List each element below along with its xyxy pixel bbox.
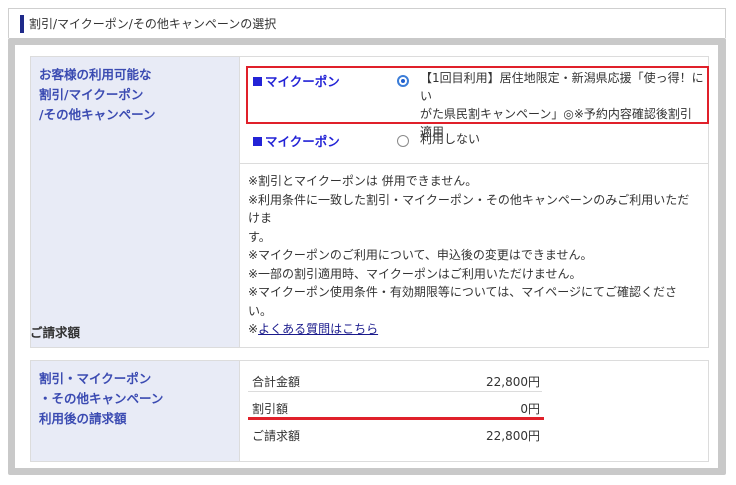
coupon-options-cell: マイクーポン 【1回目利用】居住地限定・新潟県応援「使っ得！にい がた県民割キャ… [239, 56, 709, 348]
coupon-section-label: お客様の利用可能な 割引/マイクーポン /その他キャンペーン [30, 56, 240, 348]
amount-row-billed: ご請求額 22,800円 [240, 419, 708, 446]
coupon-radio-selected[interactable] [397, 75, 409, 87]
note-line: す。 [248, 229, 271, 244]
label-line: 割引・マイクーポン [39, 371, 152, 386]
note-line: ※利用条件に一致した割引・マイクーポン・その他キャンペーンのみご利用いただけま [248, 192, 690, 226]
note-line: ※マイクーポン使用条件・有効期限等については、マイページにてご確認ください。 [248, 285, 677, 318]
note-line: ※マイクーポンのご利用について、申込後の変更はできません。 [248, 248, 593, 262]
coupon-option-text: 利用しない [420, 132, 481, 146]
coupon-radio-unselected[interactable] [397, 135, 409, 147]
label-line: 割引/マイクーポン [39, 87, 144, 102]
faq-link[interactable]: よくある質問はこちら [258, 322, 378, 336]
amount-row-discount: 割引額 0円 [240, 392, 708, 420]
amount-value: 0円 [520, 402, 540, 416]
coupon-type-label: マイクーポン [253, 71, 340, 90]
amount-value: 22,800円 [486, 375, 540, 389]
label-line: ・その他キャンペーン [39, 391, 164, 406]
faq-line: ※よくある質問はこちら [248, 322, 379, 336]
coupon-type-label: マイクーポン [253, 131, 340, 150]
label-line: 利用後の請求額 [39, 411, 127, 426]
billing-label: 割引・マイクーポン ・その他キャンペーン 利用後の請求額 [30, 360, 240, 462]
coupon-selection-table: お客様の利用可能な 割引/マイクーポン /その他キャンペーン マイクーポン 【1… [30, 56, 709, 348]
panel-title: 割引/マイクーポン/その他キャンペーンの選択 [29, 17, 277, 31]
amount-row-total: 合計金額 22,800円 [240, 365, 708, 392]
note-line: ※割引とマイクーポンは 併用できません。 [248, 174, 478, 188]
label-line: お客様の利用可能な [39, 67, 152, 82]
coupon-notes: ※割引とマイクーポンは 併用できません。 ※利用条件に一致した割引・マイクーポン… [240, 163, 708, 347]
coupon-option-row[interactable]: マイクーポン 【1回目利用】居住地限定・新潟県応援「使っ得！にい がた県民割キャ… [240, 57, 709, 139]
coupon-option-row[interactable]: マイクーポン 利用しない [240, 129, 708, 163]
billing-amounts-cell: 合計金額 22,800円 割引額 0円 ご請求額 22,800円 [239, 360, 709, 462]
square-bullet-icon [253, 77, 262, 86]
square-bullet-icon [253, 137, 262, 146]
label-line: /その他キャンペーン [39, 107, 156, 122]
panel-header: 割引/マイクーポン/その他キャンペーンの選択 [8, 8, 726, 38]
amount-value: 22,800円 [486, 429, 540, 443]
billing-table: 割引・マイクーポン ・その他キャンペーン 利用後の請求額 合計金額 22,800… [30, 360, 709, 462]
note-line: ※一部の割引適用時、マイクーポンはご利用いただけません。 [248, 266, 582, 281]
billing-section-title: ご請求額 [30, 325, 81, 340]
header-accent-bar [20, 15, 24, 33]
